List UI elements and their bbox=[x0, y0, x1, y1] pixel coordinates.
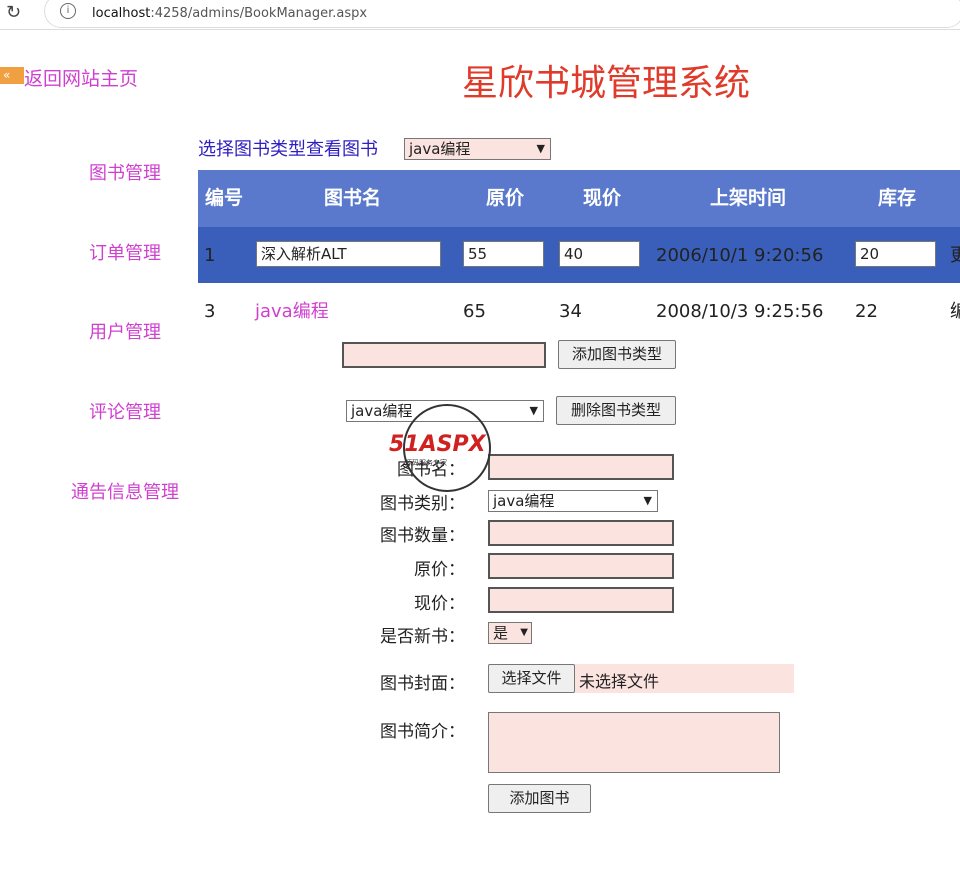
back-home-link[interactable]: 返回网站主页 bbox=[24, 64, 138, 91]
delete-type-select[interactable]: java编程 ▼ bbox=[346, 400, 544, 422]
book-name-link[interactable]: java编程 bbox=[255, 283, 329, 340]
cell-now-price: 34 bbox=[559, 301, 582, 322]
info-icon[interactable]: i bbox=[60, 3, 76, 19]
new-book-select[interactable]: 是 ▼ bbox=[488, 622, 532, 644]
cell-time: 2008/10/3 9:25:56 bbox=[656, 301, 824, 322]
now-price-input[interactable] bbox=[488, 587, 674, 613]
delete-type-button[interactable]: 删除图书类型 bbox=[556, 396, 676, 425]
cell-id: 1 bbox=[204, 245, 216, 266]
now-price-input[interactable]: 40 bbox=[559, 241, 640, 267]
edit-link[interactable]: 编 bbox=[950, 283, 960, 340]
header-price: 原价 bbox=[486, 187, 525, 209]
choose-file-button[interactable]: 选择文件 bbox=[488, 664, 575, 693]
header-id: 编号 bbox=[205, 187, 244, 209]
book-type-filter-select[interactable]: java编程 ▼ bbox=[404, 138, 551, 160]
price-input[interactable]: 55 bbox=[463, 241, 544, 267]
price-label: 原价： bbox=[414, 560, 465, 580]
cover-file-input[interactable]: 选择文件 未选择文件 bbox=[488, 664, 794, 693]
price-input[interactable] bbox=[488, 553, 674, 579]
double-chevron-left-icon[interactable]: « bbox=[0, 67, 24, 84]
reload-icon[interactable]: ↻ bbox=[6, 2, 21, 23]
add-book-button[interactable]: 添加图书 bbox=[488, 784, 591, 813]
browser-address-bar: ↻ i localhost:4258/admins/BookManager.as… bbox=[0, 0, 960, 30]
type-label: 图书类别： bbox=[380, 494, 465, 514]
cell-price: 65 bbox=[463, 301, 486, 322]
header-now-price: 现价 bbox=[583, 187, 622, 209]
description-textarea[interactable] bbox=[488, 712, 780, 773]
cover-label: 图书封面： bbox=[380, 674, 465, 694]
table-row: 3 java编程 65 34 2008/10/3 9:25:56 22 编 bbox=[198, 283, 960, 340]
now-price-label: 现价： bbox=[414, 594, 465, 614]
url-text[interactable]: localhost:4258/admins/BookManager.aspx bbox=[92, 6, 367, 21]
table-row-editing: 1 深入解析ALT 55 40 2006/10/1 9:20:56 20 更 bbox=[198, 227, 960, 284]
cell-stock: 22 bbox=[855, 301, 878, 322]
quantity-input[interactable] bbox=[488, 520, 674, 546]
file-status: 未选择文件 bbox=[579, 672, 660, 691]
desc-label: 图书简介： bbox=[380, 722, 465, 742]
header-stock: 库存 bbox=[878, 187, 917, 209]
add-type-button[interactable]: 添加图书类型 bbox=[558, 340, 676, 369]
sidebar-item-notices[interactable]: 通告信息管理 bbox=[55, 478, 195, 504]
table-header: 编号 图书名 原价 现价 上架时间 库存 bbox=[198, 170, 960, 227]
sidebar-item-comments[interactable]: 评论管理 bbox=[55, 398, 195, 424]
name-label: 图书名： bbox=[397, 460, 465, 480]
cell-id: 3 bbox=[204, 301, 216, 322]
new-type-input[interactable] bbox=[342, 342, 546, 368]
new-book-label: 是否新书： bbox=[380, 627, 465, 647]
page-title: 星欣书城管理系统 bbox=[462, 63, 751, 104]
watermark-brand: 51ASPX bbox=[389, 432, 486, 457]
name-input[interactable]: 深入解析ALT bbox=[256, 241, 441, 267]
sidebar-item-books[interactable]: 图书管理 bbox=[55, 159, 195, 185]
filter-label: 选择图书类型查看图书 bbox=[198, 139, 378, 160]
stock-input[interactable]: 20 bbox=[855, 241, 936, 267]
update-link[interactable]: 更 bbox=[950, 227, 960, 284]
header-name: 图书名 bbox=[324, 187, 382, 209]
sidebar-item-orders[interactable]: 订单管理 bbox=[55, 239, 195, 265]
header-time: 上架时间 bbox=[710, 187, 787, 209]
book-type-select[interactable]: java编程 ▼ bbox=[488, 490, 658, 512]
qty-label: 图书数量： bbox=[380, 526, 465, 546]
cell-time: 2006/10/1 9:20:56 bbox=[656, 245, 824, 266]
book-name-input[interactable] bbox=[488, 454, 674, 480]
sidebar-item-users[interactable]: 用户管理 bbox=[55, 318, 195, 344]
